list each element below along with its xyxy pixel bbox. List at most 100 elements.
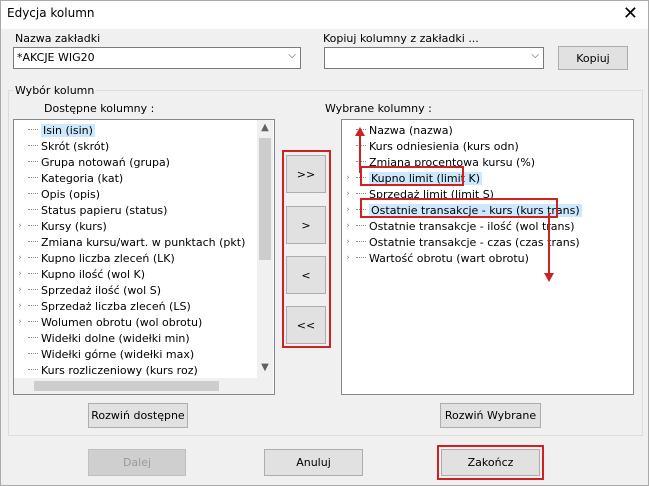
chevron-down-icon: ⌵ bbox=[531, 50, 539, 61]
expand-available-button[interactable]: Rozwiń dostępne bbox=[88, 403, 188, 428]
tree-line bbox=[28, 241, 38, 243]
list-item[interactable]: Kurs rozliczeniowy (kurs roz) bbox=[14, 362, 198, 378]
list-item-label: Widełki górne (widełki max) bbox=[41, 347, 195, 361]
expand-arrow-icon[interactable]: › bbox=[342, 205, 354, 215]
list-item-label: Zmiana kursu/wart. w punktach (pkt) bbox=[41, 235, 246, 249]
list-item[interactable]: Skrót (skrót) bbox=[14, 138, 109, 154]
list-item-label: Wartość obrotu (wart obrotu) bbox=[369, 251, 529, 265]
copy-button[interactable]: Kopiuj bbox=[558, 46, 628, 70]
list-item[interactable]: › Sprzedaż liczba zleceń (LS) bbox=[14, 298, 191, 314]
tree-line bbox=[28, 257, 38, 259]
cancel-button[interactable]: Anuluj bbox=[264, 449, 363, 476]
tree-line bbox=[28, 145, 38, 147]
expand-arrow-icon[interactable]: › bbox=[14, 285, 26, 295]
scroll-thumb[interactable] bbox=[259, 138, 271, 260]
list-item-label: Sprzedaż liczba zleceń (LS) bbox=[41, 299, 191, 313]
tab-name-label: Nazwa zakładki bbox=[15, 32, 101, 45]
expand-selected-button[interactable]: Rozwiń Wybrane bbox=[440, 403, 541, 428]
expand-arrow-icon[interactable]: › bbox=[14, 317, 26, 327]
expand-arrow-icon[interactable]: › bbox=[342, 221, 354, 231]
tree-line bbox=[356, 241, 366, 243]
title-bar: Edycja kolumn ✕ bbox=[1, 1, 648, 29]
move-down-arrow-icon bbox=[544, 213, 554, 282]
group-label: Wybór kolumn bbox=[13, 84, 97, 97]
finish-button[interactable]: Zakończ bbox=[441, 449, 540, 476]
selected-columns-list[interactable]: Nazwa (nazwa) Kurs odniesienia (kurs odn)… bbox=[341, 119, 634, 395]
tree-line bbox=[28, 337, 38, 339]
list-item[interactable]: Status papieru (status) bbox=[14, 202, 167, 218]
list-item[interactable]: › Kupno liczba zleceń (LK) bbox=[14, 250, 175, 266]
kurs-trans-highlight bbox=[360, 198, 558, 218]
list-item[interactable]: Opis (opis) bbox=[14, 186, 100, 202]
list-item-label: Opis (opis) bbox=[41, 187, 101, 201]
expand-arrow-icon[interactable]: › bbox=[14, 269, 26, 279]
list-item[interactable]: Widełki dolne (widełki min) bbox=[14, 330, 190, 346]
tree-line bbox=[28, 305, 38, 307]
remove-all-button[interactable]: << bbox=[286, 306, 326, 344]
tree-line bbox=[28, 193, 38, 195]
list-item-label: Status papieru (status) bbox=[41, 203, 168, 217]
list-item-label: Sprzedaż ilość (wol S) bbox=[41, 283, 161, 297]
add-all-button[interactable]: >> bbox=[286, 155, 326, 193]
list-item-label: Kupno ilość (wol K) bbox=[41, 267, 146, 281]
list-item[interactable]: Kurs odniesienia (kurs odn) bbox=[342, 138, 519, 154]
list-item[interactable]: › Sprzedaż ilość (wol S) bbox=[14, 282, 161, 298]
copy-columns-combo[interactable]: ⌵ bbox=[324, 47, 544, 69]
tree-line bbox=[28, 161, 38, 163]
expand-arrow-icon[interactable]: › bbox=[342, 253, 354, 263]
list-item-label: Skrót (skrót) bbox=[41, 139, 110, 153]
list-item-label: Widełki dolne (widełki min) bbox=[41, 331, 190, 345]
tree-line bbox=[28, 209, 38, 211]
list-item-label: Kategoria (kat) bbox=[41, 171, 124, 185]
list-item[interactable]: › Wolumen obrotu (wol obrotu) bbox=[14, 314, 202, 330]
list-item[interactable]: › Wartość obrotu (wart obrotu) bbox=[342, 250, 529, 266]
available-scrollbar[interactable]: ▲ ▼ bbox=[257, 120, 273, 394]
kupno-limit-highlight bbox=[360, 166, 464, 186]
hscroll-thumb[interactable] bbox=[34, 381, 219, 391]
expand-arrow-icon[interactable]: › bbox=[342, 189, 354, 199]
list-item[interactable]: › Ostatnie transakcje - ilość (wol trans) bbox=[342, 218, 574, 234]
list-item[interactable]: Isin (isin) bbox=[14, 122, 95, 138]
tree-line bbox=[28, 273, 38, 275]
move-up-arrow-icon bbox=[355, 127, 365, 173]
expand-arrow-icon[interactable]: › bbox=[342, 237, 354, 247]
list-item-label: Grupa notowań (grupa) bbox=[41, 155, 170, 169]
tree-line bbox=[28, 321, 38, 323]
list-item-label: Kurs odniesienia (kurs odn) bbox=[369, 139, 519, 153]
expand-arrow-icon[interactable]: › bbox=[14, 221, 26, 231]
tree-line bbox=[356, 225, 366, 227]
add-button[interactable]: > bbox=[286, 206, 326, 244]
list-item-label: Nazwa (nazwa) bbox=[369, 123, 453, 137]
list-item-label: Kurs rozliczeniowy (kurs roz) bbox=[41, 363, 198, 377]
tree-line bbox=[28, 369, 38, 371]
list-item[interactable]: › Kupno ilość (wol K) bbox=[14, 266, 145, 282]
available-columns-list[interactable]: Isin (isin) Skrót (skrót) Grupa notowań (g… bbox=[13, 119, 275, 395]
scroll-down-icon[interactable]: ▼ bbox=[257, 362, 273, 373]
tab-name-value: *AKCJE WIG20 bbox=[17, 51, 95, 64]
chevron-down-icon: ⌵ bbox=[288, 50, 296, 61]
close-icon[interactable]: ✕ bbox=[623, 3, 638, 24]
edit-columns-dialog: Edycja kolumn ✕ Nazwa zakładki *AKCJE WI… bbox=[0, 0, 649, 486]
list-item[interactable]: Grupa notowań (grupa) bbox=[14, 154, 170, 170]
horizontal-scrollbar[interactable] bbox=[14, 378, 257, 394]
list-item[interactable]: Widełki górne (widełki max) bbox=[14, 346, 194, 362]
tab-name-combo[interactable]: *AKCJE WIG20 ⌵ bbox=[13, 47, 301, 69]
list-item-label: Kursy (kurs) bbox=[41, 219, 107, 233]
copy-columns-label: Kopiuj kolumny z zakładki ... bbox=[323, 32, 479, 45]
tree-line bbox=[28, 177, 38, 179]
list-item[interactable]: Zmiana kursu/wart. w punktach (pkt) bbox=[14, 234, 245, 250]
list-item-label: Isin (isin) bbox=[41, 123, 95, 137]
scroll-up-icon[interactable]: ▲ bbox=[257, 122, 273, 133]
list-item[interactable]: › Kursy (kurs) bbox=[14, 218, 107, 234]
remove-button[interactable]: < bbox=[286, 256, 326, 294]
expand-arrow-icon[interactable]: › bbox=[14, 253, 26, 263]
list-item-label: Kupno liczba zleceń (LK) bbox=[41, 251, 175, 265]
tree-line bbox=[356, 257, 366, 259]
tree-line bbox=[28, 289, 38, 291]
list-item[interactable]: Kategoria (kat) bbox=[14, 170, 123, 186]
tree-line bbox=[28, 225, 38, 227]
dialog-title: Edycja kolumn bbox=[7, 6, 95, 20]
tree-line bbox=[28, 353, 38, 355]
expand-arrow-icon[interactable]: › bbox=[14, 301, 26, 311]
next-button[interactable]: Dalej bbox=[88, 449, 186, 476]
